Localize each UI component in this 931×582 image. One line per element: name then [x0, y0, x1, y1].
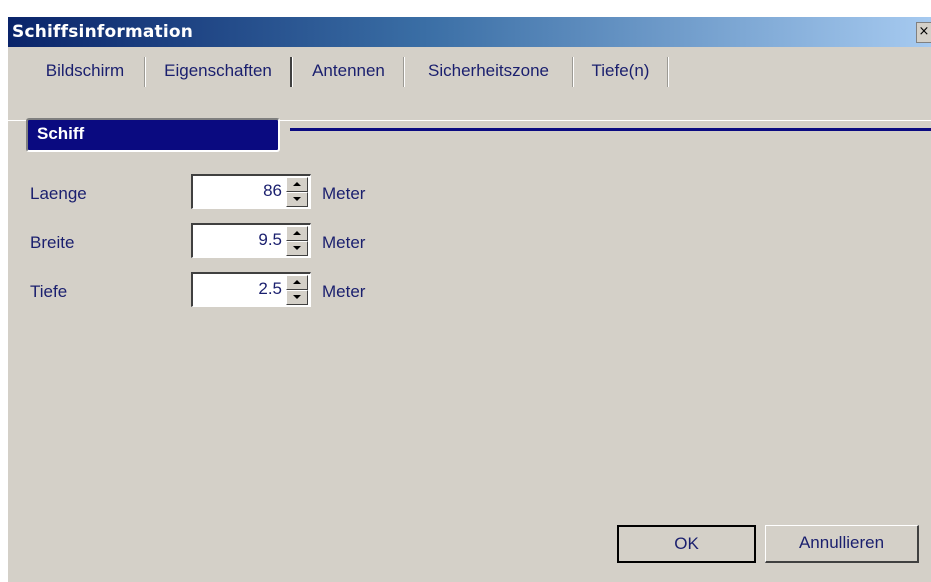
- spin-down-arrow-icon: [293, 246, 301, 250]
- tiefe-increment-button[interactable]: [286, 275, 308, 290]
- spin-up-arrow-icon: [293, 182, 301, 186]
- laenge-spinbox: 86: [191, 174, 311, 209]
- section-divider-line: [290, 128, 931, 131]
- dialog-window: Schiffsinformation × Bildschirm Eigensch…: [8, 17, 931, 582]
- tiefe-label: Tiefe: [30, 282, 68, 301]
- tab-sicherheitszone[interactable]: Sicherheitszone: [405, 57, 573, 87]
- laenge-input[interactable]: 86: [263, 181, 282, 201]
- spin-up-arrow-icon: [293, 231, 301, 235]
- spin-up-arrow-icon: [293, 280, 301, 284]
- breite-decrement-button[interactable]: [286, 241, 308, 256]
- tiefe-spin-buttons: [286, 275, 308, 305]
- ok-button[interactable]: OK: [617, 525, 756, 563]
- breite-spin-buttons: [286, 226, 308, 256]
- tab-tiefen[interactable]: Tiefe(n): [574, 57, 668, 87]
- close-icon: ×: [918, 24, 930, 39]
- laenge-increment-button[interactable]: [286, 177, 308, 192]
- breite-increment-button[interactable]: [286, 226, 308, 241]
- breite-label: Breite: [30, 233, 75, 252]
- tab-eigenschaften[interactable]: Eigenschaften: [146, 57, 292, 87]
- title-bar[interactable]: Schiffsinformation ×: [8, 17, 931, 47]
- tab-strip: Bildschirm Eigenschaften Antennen Sicher…: [8, 50, 931, 121]
- tiefe-decrement-button[interactable]: [286, 290, 308, 305]
- laenge-decrement-button[interactable]: [286, 192, 308, 207]
- spin-down-arrow-icon: [293, 197, 301, 201]
- laenge-unit: Meter: [322, 184, 366, 203]
- section-header-schiff: Schiff: [26, 118, 280, 152]
- cancel-button[interactable]: Annullieren: [765, 525, 919, 563]
- laenge-label: Laenge: [30, 184, 87, 203]
- breite-unit: Meter: [322, 233, 366, 252]
- tab-bildschirm[interactable]: Bildschirm: [26, 57, 145, 87]
- tiefe-unit: Meter: [322, 282, 366, 301]
- spin-down-arrow-icon: [293, 295, 301, 299]
- breite-spinbox: 9.5: [191, 223, 311, 258]
- breite-input[interactable]: 9.5: [258, 230, 282, 250]
- tab-antennen[interactable]: Antennen: [294, 57, 404, 87]
- window-title: Schiffsinformation: [12, 22, 194, 42]
- laenge-spin-buttons: [286, 177, 308, 207]
- tiefe-input[interactable]: 2.5: [258, 279, 282, 299]
- tiefe-spinbox: 2.5: [191, 272, 311, 307]
- close-button[interactable]: ×: [916, 22, 931, 43]
